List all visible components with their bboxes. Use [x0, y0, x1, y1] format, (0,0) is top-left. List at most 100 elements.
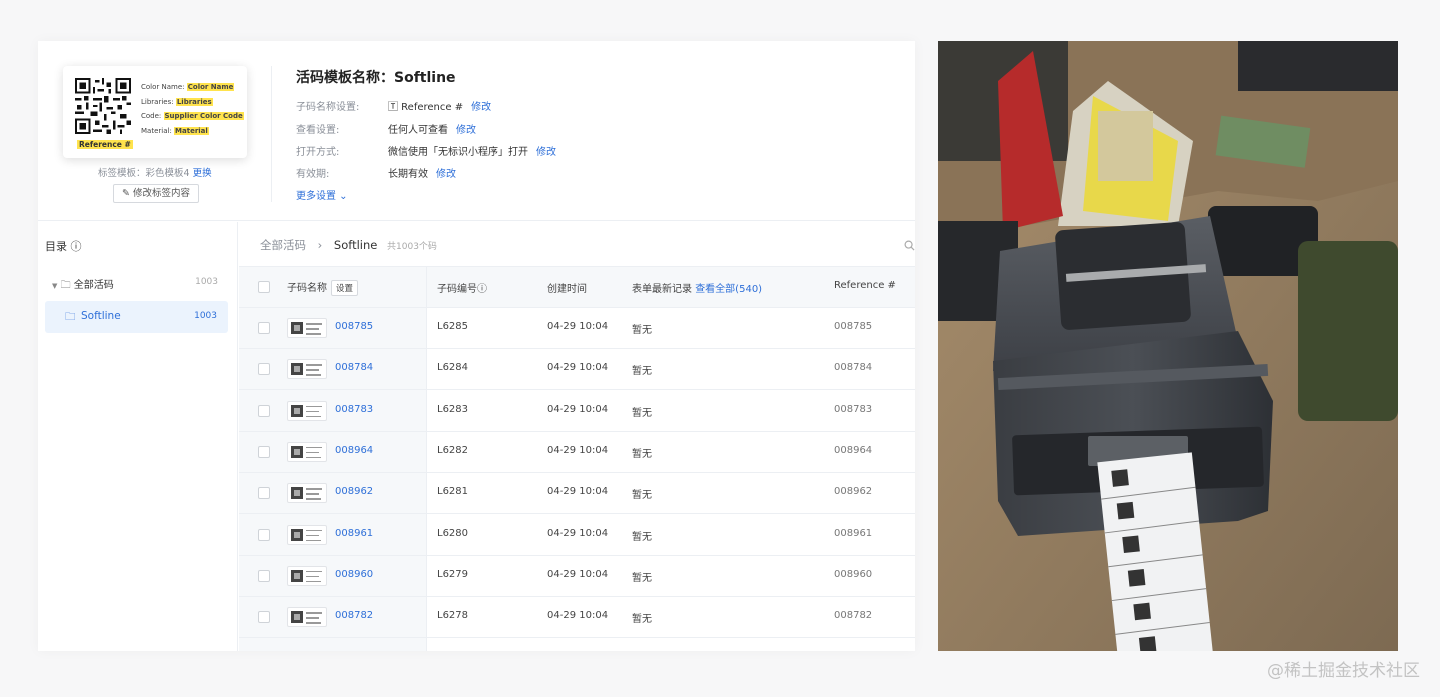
label-card-fields: Color Name: Color Name Libraries: Librar…: [141, 80, 244, 138]
row-checkbox[interactable]: [258, 487, 270, 500]
col-created: 创建时间: [547, 284, 587, 295]
table-row[interactable]: 008960 L6279 04-29 10:04 暂无 008960: [239, 556, 915, 597]
created-time: 04-29 10:04: [547, 568, 609, 580]
change-template-link[interactable]: 更换: [193, 168, 212, 179]
latest-record: 暂无: [632, 407, 652, 419]
table-row[interactable]: 008784 L6284 04-29 10:04 暂无 008784: [239, 349, 915, 391]
latest-record: 暂无: [632, 448, 652, 460]
edit-validity-link[interactable]: 修改: [436, 169, 456, 180]
label-thumbnail: [287, 607, 327, 628]
label-reference: Reference #: [77, 140, 133, 149]
subcode-name-link[interactable]: 008961: [335, 528, 373, 539]
created-time: 04-29 10:04: [547, 486, 609, 498]
latest-record: 暂无: [632, 531, 652, 543]
folder-icon: 🗀: [65, 311, 76, 323]
code-list: 全部活码 › Softline 共1003个码 子码名称 设置 子码编号ⓘ 创建时…: [239, 222, 915, 651]
latest-record: 暂无: [632, 572, 652, 584]
template-title: 活码模板名称：Softline: [296, 70, 456, 86]
reference-value: 008785: [834, 321, 873, 332]
reference-value: 008784: [834, 362, 873, 374]
subcode-number: L6281: [437, 486, 469, 498]
row-checkbox[interactable]: [258, 569, 270, 582]
table-row[interactable]: 008964 L6282 04-29 10:04 暂无 008964: [239, 432, 915, 473]
subcode-number: L6278: [437, 610, 469, 622]
table-row[interactable]: 008782 L6278 04-29 10:04 暂无 008782: [239, 597, 915, 639]
latest-record: 暂无: [632, 490, 652, 502]
label-thumbnail: [287, 318, 327, 338]
subcode-name-link[interactable]: 008964: [335, 445, 373, 456]
view-all-records-link[interactable]: 查看全部(540): [695, 284, 762, 295]
created-time: 04-29 10:04: [547, 527, 609, 539]
printer-photo: [938, 41, 1398, 651]
edit-label-button[interactable]: ✎ 修改标签内容: [113, 184, 199, 203]
reference-value: 008964: [834, 444, 873, 456]
subcode-number: L6285: [437, 321, 469, 332]
tree-item-softline[interactable]: 🗀 Softline 1003: [45, 301, 228, 333]
created-time: 04-29 10:04: [547, 403, 609, 415]
edit-view-link[interactable]: 修改: [456, 125, 476, 136]
caret-down-icon: ▼: [52, 282, 58, 290]
reference-value: 008783: [834, 403, 873, 415]
col-record: 表单最新记录 查看全部(540): [632, 284, 763, 295]
breadcrumb-root[interactable]: 全部活码: [260, 238, 306, 252]
label-field-libraries: Libraries: Libraries: [141, 97, 213, 106]
table-row[interactable]: 008783 L6283 04-29 10:04 暂无 008783: [239, 391, 915, 432]
reference-value: 008782: [834, 610, 873, 622]
latest-record: 暂无: [632, 325, 652, 336]
created-time: 04-29 10:04: [547, 610, 609, 622]
directory-sidebar: 目录 ⓘ ▼ 🗀 全部活码 1003 🗀 Softline 1003: [38, 222, 238, 651]
row-checkbox[interactable]: [258, 445, 270, 458]
tree-item-all[interactable]: ▼ 🗀 全部活码 1003: [52, 276, 218, 295]
edit-icon: ✎: [121, 188, 130, 199]
label-thumbnail: [287, 359, 327, 380]
subcode-number: L6279: [437, 568, 469, 580]
latest-record: 暂无: [632, 366, 652, 378]
breadcrumb-current: Softline: [333, 238, 378, 252]
setting-view: 查看设置: 任何人可查看 修改: [296, 125, 476, 136]
subcode-name-link[interactable]: 008785: [335, 321, 373, 332]
label-thumbnail: [287, 483, 327, 504]
latest-record: 暂无: [632, 614, 652, 626]
label-field-material: Material: Material: [141, 126, 209, 135]
table-row[interactable]: 008961 L6280 04-29 10:04 暂无 008961: [239, 515, 915, 556]
subcode-number: L6282: [437, 444, 469, 456]
row-checkbox[interactable]: [258, 404, 270, 417]
label-field-color: Color Name: Color Name: [141, 83, 235, 91]
folder-icon: 🗀: [60, 280, 74, 291]
row-checkbox[interactable]: [258, 528, 270, 541]
label-thumbnail: [287, 565, 327, 586]
col-name: 子码名称 设置: [287, 279, 359, 296]
template-info: 标签模板：彩色模板4 更换: [98, 168, 212, 179]
label-thumbnail: [287, 400, 327, 421]
table-row[interactable]: 008962 L6281 04-29 10:04 暂无 008962: [239, 473, 915, 515]
subcode-name-link[interactable]: 008783: [335, 404, 373, 415]
edit-open-mode-link[interactable]: 修改: [536, 147, 556, 158]
edit-subcode-name-link[interactable]: 修改: [471, 102, 491, 113]
subcode-name-link[interactable]: 008960: [335, 569, 373, 580]
label-preview-card: Color Name: Color Name Libraries: Librar…: [63, 66, 247, 158]
directory-title: 目录 ⓘ: [45, 240, 82, 253]
created-time: 04-29 10:04: [547, 362, 609, 374]
label-field-code: Code: Supplier Color Code: [141, 112, 244, 120]
created-time: 04-29 10:04: [547, 444, 609, 456]
table-header: 子码名称 设置 子码编号ⓘ 创建时间 表单最新记录 查看全部(540) Refer…: [239, 266, 915, 308]
select-all-checkbox[interactable]: [258, 281, 270, 293]
column-settings-button[interactable]: 设置: [331, 280, 359, 296]
table-row[interactable]: 008785 L6285 04-29 10:04 暂无 008785: [239, 308, 915, 349]
subcode-name-link[interactable]: 008784: [335, 362, 373, 373]
reference-value: 008962: [834, 486, 873, 498]
col-number: 子码编号ⓘ: [437, 284, 487, 295]
setting-subcode-name: 子码名称设置: 🅃 Reference # 修改: [296, 102, 492, 113]
row-checkbox[interactable]: [258, 611, 270, 624]
reference-value: 008961: [834, 527, 873, 539]
created-time: 04-29 10:04: [547, 321, 609, 332]
search-icon[interactable]: [904, 240, 915, 251]
label-manager-panel: Color Name: Color Name Libraries: Librar…: [38, 41, 915, 651]
setting-validity: 有效期: 长期有效 修改: [296, 169, 456, 180]
subcode-name-link[interactable]: 008782: [335, 610, 373, 621]
template-header: Color Name: Color Name Libraries: Librar…: [38, 41, 915, 221]
row-checkbox[interactable]: [258, 363, 270, 376]
more-settings-link[interactable]: 更多设置 ⌄: [296, 187, 348, 202]
row-checkbox[interactable]: [258, 322, 270, 334]
subcode-name-link[interactable]: 008962: [335, 486, 373, 497]
